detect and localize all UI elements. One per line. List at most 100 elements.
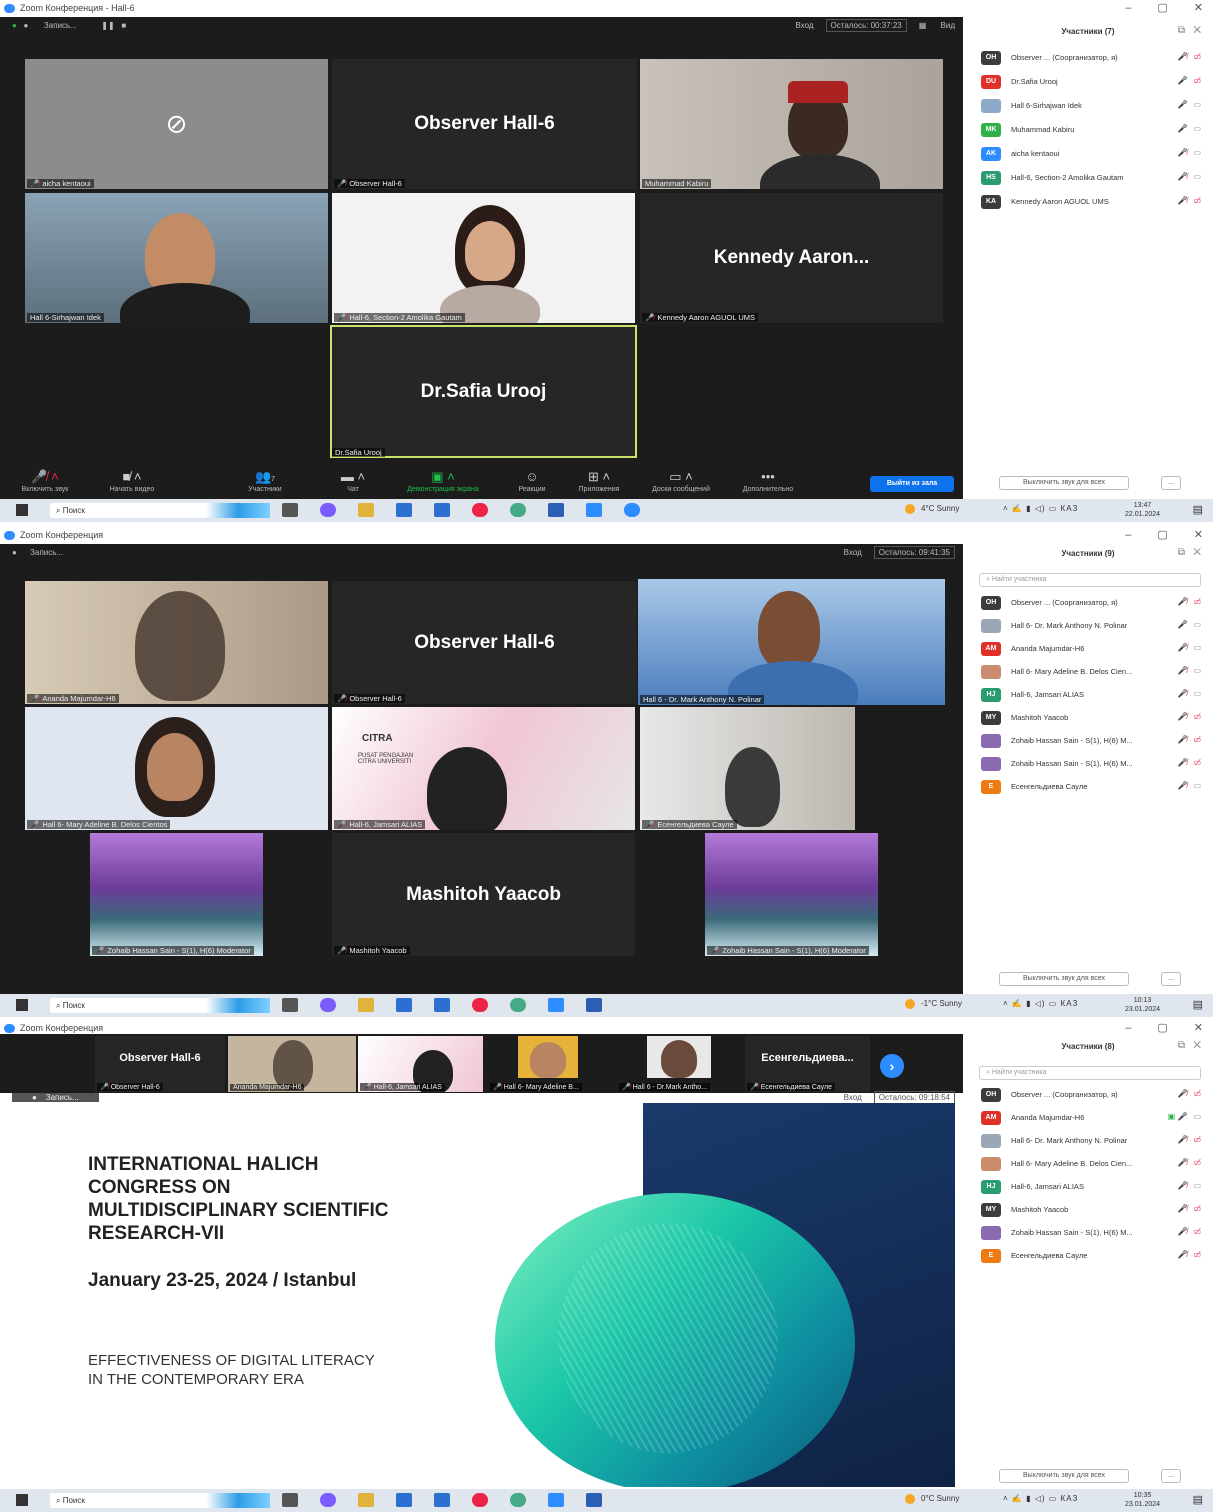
video-tile[interactable]: Observer Hall-6 🎤̸ Observer Hall-6 [332,59,637,189]
view-button[interactable]: ▦ Вид [919,21,955,30]
popout-icon[interactable]: ⧉ [1178,1040,1185,1051]
leave-button[interactable]: Выйти из зала [870,476,954,492]
more-options-button[interactable]: ... [1161,1469,1181,1483]
windows-start-icon[interactable] [16,1494,28,1506]
popout-icon[interactable]: ⧉ [1178,547,1185,558]
maximize-icon[interactable]: ▢ [1157,2,1167,14]
close-icon[interactable]: ✕ [1194,529,1203,541]
weather-widget[interactable]: -1°C Sunny [905,999,962,1009]
participant-row[interactable]: HJ Hall-6, Jamsari ALIAS 🎤̸ ▭ [963,1175,1213,1198]
more-button[interactable]: ••• Дополнительно [733,469,803,493]
maximize-icon[interactable]: ▢ [1157,529,1167,541]
windows-start-icon[interactable] [16,999,28,1011]
video-tile[interactable]: CITRA PUSAT PENGAJIAN CITRA UNIVERSITI 🎤… [332,707,635,830]
participant-row[interactable]: E Есенгельдиева Сауле 🎤̸ ▭̸ [963,1244,1213,1267]
participant-row[interactable]: MY Mashitoh Yaacob 🎤̸ ▭̸ [963,706,1213,729]
taskbar-clock[interactable]: 10:35 23.01.2024 [1125,1491,1160,1509]
start-video-button[interactable]: ■̸ ˄ Начать видео [97,469,167,493]
recording-indicator[interactable]: ● ● Запись... ❚❚ ■ [12,21,126,30]
participant-row[interactable]: Hall 6-Sirhajwan Idek 🎤 ▭ [963,94,1213,118]
mute-all-button[interactable]: Выключить звук для всех [999,476,1129,490]
participant-row[interactable]: AM Ananda Majumdar-H6 ▣ 🎤 ▭ [963,1106,1213,1129]
more-options-button[interactable]: ... [1161,476,1181,490]
video-tile[interactable]: Muhammad Kabiru [640,59,943,189]
participant-row[interactable]: Hall 6- Dr. Mark Anthony N. Polinar 🎤̸ ▭̸ [963,1129,1213,1152]
next-page-icon[interactable]: › [880,1054,904,1078]
video-tile[interactable]: 🎤̸ Zohaib Hassan Sain - S(1), H(6) Modera… [90,833,263,956]
notification-icon[interactable]: ▤ [1193,503,1203,516]
participant-row[interactable]: AK aicha kentaoui 🎤̸ ▭ [963,142,1213,166]
participant-search[interactable]: ⌕ Найти участника [979,573,1201,587]
video-tile[interactable]: 🎤̸ Hall-6, Section-2 Amolika Gautam [332,193,635,323]
participant-row[interactable]: Zohaib Hassan Sain - S(1), H(6) M... 🎤̸ ▭̸ [963,752,1213,775]
minimize-icon[interactable]: – [1125,2,1131,14]
active-speaker-tile[interactable]: Hall 6 - Dr. Mark Anthony N. Polinar [638,579,945,705]
video-tile[interactable]: ⊘ 🎤̸ aicha kentaoui [25,59,328,189]
participant-row[interactable]: MK Muhammad Kabiru 🎤 ▭ [963,118,1213,142]
video-tile[interactable]: Observer Hall-6 🎤̸ Observer Hall-6 [332,581,637,704]
participant-row[interactable]: Zohaib Hassan Sain - S(1), H(6) M... 🎤̸ ▭̸ [963,729,1213,752]
taskbar-clock[interactable]: 10:13 23.01.2024 [1125,996,1160,1014]
participant-row[interactable]: MY Mashitoh Yaacob 🎤̸ ▭̸ [963,1198,1213,1221]
video-thumbnail[interactable]: Ananda Majumdar-H6 [228,1036,356,1092]
weather-widget[interactable]: 0°C Sunny [905,1494,959,1504]
video-thumbnail[interactable]: 🎤̸ Hall 6- Mary Adeline B... [488,1036,613,1092]
weather-widget[interactable]: 4°C Sunny [905,504,959,514]
participant-row[interactable]: AM Ananda Majumdar-H6 🎤̸ ▭ [963,637,1213,660]
video-tile[interactable]: Kennedy Aaron... 🎤̸ Kennedy Aaron AGUOL U… [640,193,943,323]
participant-row[interactable]: Zohaib Hassan Sain - S(1), H(6) M... 🎤̸ ▭̸ [963,1221,1213,1244]
active-speaker-tile[interactable]: Dr.Safia Urooj Dr.Safia Urooj [330,325,637,458]
video-tile[interactable]: 🎤̸ Есенгельдиева Сауле [640,707,855,830]
participant-row[interactable]: HS Hall-6, Section-2 Amolika Gautam 🎤̸ ▭ [963,166,1213,190]
participant-row[interactable]: OH Observer ... (Соорганизатор, я) 🎤̸ ▭̸ [963,1083,1213,1106]
participant-search[interactable]: ⌕ Найти участника [979,1066,1201,1080]
participant-row[interactable]: DU Dr.Safia Urooj 🎤 ▭̸ [963,70,1213,94]
share-screen-button[interactable]: ▣ ˄ Демонстрация экрана [393,469,493,493]
recording-indicator[interactable]: ● Запись... [12,548,63,557]
chat-button[interactable]: ▬ ˄ Чат [318,469,388,493]
recording-indicator[interactable]: ● Запись... [12,1093,99,1102]
video-tile[interactable]: Hall 6-Sirhajwan Idek [25,193,328,323]
participants-button[interactable]: 👥7 Участники [230,469,300,493]
participant-row[interactable]: OH Observer ... (Соорганизатор, я) 🎤̸ ▭̸ [963,46,1213,70]
video-tile[interactable]: Mashitoh Yaacob 🎤̸ Mashitoh Yaacob [332,833,635,956]
close-icon[interactable]: ✕ [1194,2,1203,14]
taskbar-search[interactable]: ⌕ Поиск [50,998,270,1013]
notification-icon[interactable]: ▤ [1193,1493,1203,1506]
enter-button[interactable]: Вход [844,1093,862,1102]
video-tile[interactable]: 🎤̸ Hall 6- Mary Adeline B. Delos Cientos [25,707,328,830]
video-thumbnail[interactable]: Observer Hall-6 🎤̸ Observer Hall-6 [95,1036,225,1092]
taskbar-clock[interactable]: 13:47 22.01.2024 [1125,501,1160,519]
taskbar-search[interactable]: ⌕ Поиск [50,503,270,518]
close-panel-icon[interactable]: ✕ [1193,1040,1201,1051]
mute-all-button[interactable]: Выключить звук для всех [999,1469,1129,1483]
participant-row[interactable]: HJ Hall-6, Jamsari ALIAS 🎤̸ ▭ [963,683,1213,706]
system-tray[interactable]: ˄ ✍ ▮ ◁) ▭ КАЗ [1003,999,1078,1008]
video-thumbnail[interactable]: Есенгельдиева... 🎤̸ Есенгельдиева Сауле [745,1036,870,1092]
close-panel-icon[interactable]: ✕ [1193,547,1201,558]
participant-row[interactable]: Hall 6- Mary Adeline B. Delos Cien... 🎤̸ ▭… [963,1152,1213,1175]
participant-row[interactable]: Hall 6- Mary Adeline B. Delos Cien... 🎤̸ ▭ [963,660,1213,683]
close-icon[interactable]: ✕ [1194,1022,1203,1034]
participant-row[interactable]: E Есенгельдиева Сауле 🎤̸ ▭ [963,775,1213,798]
notification-icon[interactable]: ▤ [1193,998,1203,1011]
video-tile[interactable]: 🎤̸ Ananda Majumdar-H6 [25,581,328,704]
video-thumbnail[interactable]: 🎤̸ Hall-6, Jamsari ALIAS [358,1036,483,1092]
minimize-icon[interactable]: – [1125,529,1131,541]
whiteboards-button[interactable]: ▭ ˄ Доски сообщений [640,469,722,493]
taskbar-search[interactable]: ⌕ Поиск [50,1493,270,1508]
video-thumbnail[interactable]: 🎤̸ Hall 6 - Dr.Mark Antho... [617,1036,742,1092]
participant-row[interactable]: OH Observer ... (Соорганизатор, я) 🎤̸ ▭̸ [963,591,1213,614]
minimize-icon[interactable]: – [1125,1022,1131,1034]
windows-start-icon[interactable] [16,504,28,516]
mute-all-button[interactable]: Выключить звук для всех [999,972,1129,986]
popout-icon[interactable]: ⧉ [1178,25,1185,36]
enter-button[interactable]: Вход [795,21,813,30]
more-options-button[interactable]: ... [1161,972,1181,986]
apps-button[interactable]: ⊞ ˄ Приложения [564,469,634,493]
enter-button[interactable]: Вход [844,548,862,557]
participant-row[interactable]: Hall 6- Dr. Mark Anthony N. Polinar 🎤 ▭ [963,614,1213,637]
video-tile[interactable]: 🎤̸ Zohaib Hassan Sain - S(1), H(6) Modera… [705,833,878,956]
participant-row[interactable]: KA Kennedy Aaron AGUOL UMS 🎤̸ ▭̸ [963,190,1213,214]
system-tray[interactable]: ˄ ✍ ▮ ◁) ▭ КАЗ [1003,1494,1078,1503]
